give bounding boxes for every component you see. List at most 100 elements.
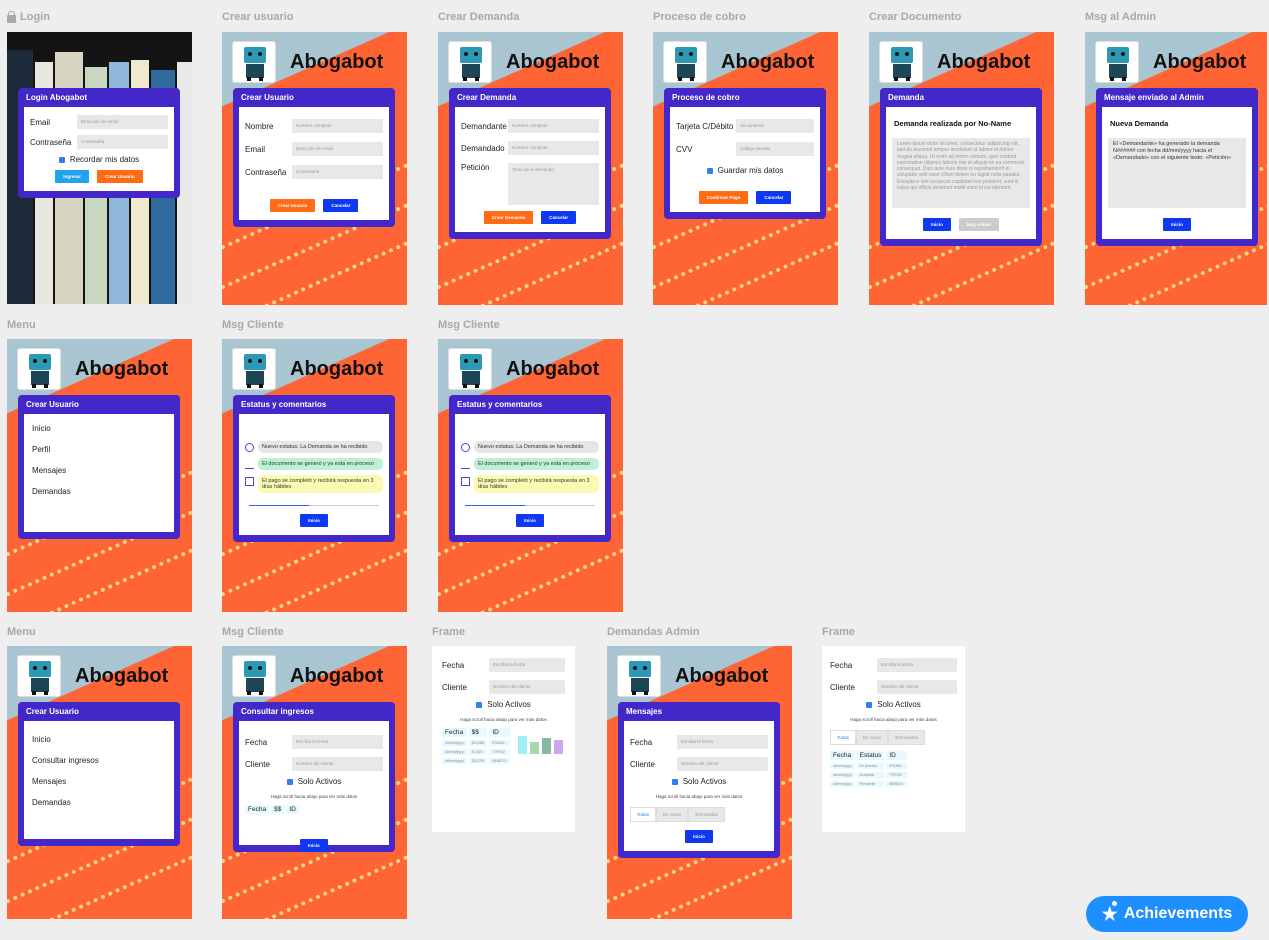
fecha-input[interactable]: Escriba la fecha bbox=[877, 658, 957, 672]
frame-label-crear-usuario[interactable]: Crear usuario bbox=[222, 11, 294, 23]
email-label: Email bbox=[30, 117, 51, 127]
demandante-input[interactable]: Nombre completo bbox=[508, 119, 599, 133]
menu-item-mensajes[interactable]: Mensajes bbox=[30, 460, 168, 481]
frame-menu-admin[interactable]: Abogabot Crear Usuario Inicio Consultar … bbox=[7, 646, 192, 919]
cancelar-button[interactable]: Cancelar bbox=[541, 211, 577, 224]
menu-item-demandas[interactable]: Demandas bbox=[30, 792, 168, 813]
checkbox-icon[interactable] bbox=[58, 156, 65, 163]
confirmar-pago-button[interactable]: Confirmar Pago bbox=[698, 191, 749, 204]
menu-item-mensajes[interactable]: Mensajes bbox=[30, 771, 168, 792]
inicio-button[interactable]: Inicio bbox=[923, 218, 951, 231]
peticion-textarea[interactable]: Texto de la demanda bbox=[508, 163, 599, 205]
frame-label-msg-cliente[interactable]: Msg Cliente bbox=[222, 319, 284, 331]
menu-item-inicio[interactable]: Inicio bbox=[30, 729, 168, 750]
frame-label-login[interactable]: Login bbox=[7, 10, 50, 23]
ingresar-button[interactable]: Ingresar bbox=[55, 170, 89, 183]
demandado-input[interactable]: Nombre completo bbox=[508, 141, 599, 155]
cliente-input[interactable]: Nombre del cliente bbox=[877, 680, 957, 694]
password-input[interactable]: Contraseña bbox=[292, 165, 383, 179]
tab-todas[interactable]: Todas bbox=[630, 807, 657, 822]
frame-consultar-ingresos[interactable]: Abogabot Consultar ingresos Fecha Escriba… bbox=[222, 646, 407, 919]
cancelar-button[interactable]: Cancelar bbox=[323, 199, 359, 212]
cvv-input[interactable]: Código secreto bbox=[736, 142, 814, 156]
inicio-button[interactable]: Inicio bbox=[516, 514, 544, 527]
frame-label-msg-cliente[interactable]: Msg Cliente bbox=[222, 626, 284, 638]
tarjeta-input[interactable]: 16 números bbox=[736, 119, 814, 133]
frame-crear-usuario[interactable]: Abogabot Crear Usuario Nombre Nombre comp… bbox=[222, 32, 407, 305]
cliente-label: Cliente bbox=[630, 759, 655, 769]
inicio-button[interactable]: Inicio bbox=[300, 514, 328, 527]
frame-msg-cliente[interactable]: Abogabot Estatus y comentarios Nuevo est… bbox=[222, 339, 407, 612]
frame-label-frame[interactable]: Frame bbox=[822, 626, 855, 638]
frame-label-crear-documento[interactable]: Crear Documento bbox=[869, 11, 961, 23]
nombre-input[interactable]: Nombre completo bbox=[292, 119, 383, 133]
solo-activos-label: Solo Activos bbox=[487, 700, 531, 709]
fecha-input[interactable]: Escriba la fecha bbox=[292, 735, 383, 749]
crear-usuario-button[interactable]: Crear Usuario bbox=[97, 170, 143, 183]
frame-msg-admin[interactable]: Abogabot Mensaje enviado al Admin Nueva … bbox=[1085, 32, 1267, 305]
cliente-input[interactable]: Nombre del cliente bbox=[677, 757, 768, 771]
panel-title: Consultar ingresos bbox=[241, 707, 314, 716]
cliente-input[interactable]: Nombre del cliente bbox=[489, 680, 565, 694]
achievements-button[interactable]: ★ Achievements bbox=[1086, 896, 1248, 932]
frame-label-msg-cliente[interactable]: Msg Cliente bbox=[438, 319, 500, 331]
panel-title: Proceso de cobro bbox=[672, 93, 740, 102]
tab-en-curso[interactable]: En curso bbox=[856, 730, 888, 745]
frame-label-menu[interactable]: Menu bbox=[7, 626, 36, 638]
frame-label-crear-demanda[interactable]: Crear Demanda bbox=[438, 11, 519, 23]
tab-terminadas[interactable]: Terminadas bbox=[687, 807, 726, 822]
frame-label-frame[interactable]: Frame bbox=[432, 626, 465, 638]
email-input[interactable]: Dirección de email bbox=[77, 115, 168, 129]
frame-login[interactable]: Login Abogabot Email Dirección de email C… bbox=[7, 32, 192, 304]
email-input[interactable]: Dirección de email bbox=[292, 142, 383, 156]
menu-item-inicio[interactable]: Inicio bbox=[30, 418, 168, 439]
tab-terminadas[interactable]: Terminadas bbox=[887, 730, 926, 745]
checkbox-icon[interactable] bbox=[286, 778, 293, 785]
tab-todas[interactable]: Todas bbox=[830, 730, 857, 745]
inicio-button[interactable]: Inicio bbox=[300, 839, 328, 852]
checkbox-icon[interactable] bbox=[866, 701, 873, 708]
frame-demandas-admin[interactable]: Abogabot Mensajes Fecha Escriba la fecha … bbox=[607, 646, 792, 919]
solo-activos-checkbox[interactable]: Solo Activos bbox=[830, 700, 957, 709]
chart-bar bbox=[553, 740, 563, 754]
inicio-button[interactable]: Inicio bbox=[1163, 218, 1191, 231]
frame-proceso-cobro[interactable]: Abogabot Proceso de cobro Tarjeta C/Débi… bbox=[653, 32, 838, 305]
solo-activos-checkbox[interactable]: Solo Activos bbox=[245, 777, 383, 786]
menu-item-demandas[interactable]: Demandas bbox=[30, 481, 168, 502]
tab-en-curso[interactable]: En curso bbox=[656, 807, 688, 822]
checkbox-icon[interactable] bbox=[671, 778, 678, 785]
cancelar-button[interactable]: Cancelar bbox=[756, 191, 792, 204]
frame-ingresos-table[interactable]: Fecha Escriba la fecha Cliente Nombre del … bbox=[432, 646, 575, 832]
frame-label-msg-admin[interactable]: Msg al Admin bbox=[1085, 11, 1156, 23]
frame-msg-cliente[interactable]: Abogabot Estatus y comentarios Nuevo est… bbox=[438, 339, 623, 612]
inicio-button[interactable]: Inicio bbox=[685, 830, 713, 843]
progress-slider[interactable] bbox=[249, 505, 379, 506]
frame-menu[interactable]: Abogabot Crear Usuario Inicio Perfil Men… bbox=[7, 339, 192, 612]
status-item: El pago se completó y recibirá respuesta… bbox=[461, 475, 599, 493]
cliente-input[interactable]: Nombre del cliente bbox=[292, 757, 383, 771]
msg-admin-button[interactable]: Msg Admin bbox=[958, 218, 999, 231]
solo-activos-checkbox[interactable]: Solo Activos bbox=[630, 777, 768, 786]
frame-label-demandas-admin[interactable]: Demandas Admin bbox=[607, 626, 700, 638]
checkbox-icon[interactable] bbox=[476, 701, 483, 708]
progress-slider[interactable] bbox=[465, 505, 595, 506]
frame-crear-documento[interactable]: Abogabot Demanda Demanda realizada por N… bbox=[869, 32, 1054, 305]
frame-label-proceso-cobro[interactable]: Proceso de cobro bbox=[653, 11, 746, 23]
robot-logo-icon bbox=[617, 655, 661, 697]
menu-item-perfil[interactable]: Perfil bbox=[30, 439, 168, 460]
remember-checkbox[interactable]: Recordar mis datos bbox=[30, 155, 168, 164]
password-input[interactable]: Contraseña bbox=[77, 135, 168, 149]
menu-item-consultar-ingresos[interactable]: Consultar ingresos bbox=[30, 750, 168, 771]
crear-demanda-button[interactable]: Crear Demanda bbox=[483, 211, 534, 224]
fecha-input[interactable]: Escriba la fecha bbox=[489, 658, 565, 672]
frame-label-menu[interactable]: Menu bbox=[7, 319, 36, 331]
frame-crear-demanda[interactable]: Abogabot Crear Demanda Demandante Nombre … bbox=[438, 32, 623, 305]
cliente-label: Cliente bbox=[442, 682, 467, 692]
crear-usuario-button[interactable]: Crear Usuario bbox=[269, 199, 316, 212]
fecha-input[interactable]: Escriba la fecha bbox=[677, 735, 768, 749]
checkbox-icon[interactable] bbox=[706, 167, 713, 174]
chart-bar bbox=[541, 738, 551, 754]
guardar-checkbox[interactable]: Guardar mis datos bbox=[676, 166, 814, 175]
frame-demandas-table[interactable]: Fecha Escriba la fecha Cliente Nombre del … bbox=[822, 646, 965, 832]
solo-activos-checkbox[interactable]: Solo Activos bbox=[442, 700, 565, 709]
